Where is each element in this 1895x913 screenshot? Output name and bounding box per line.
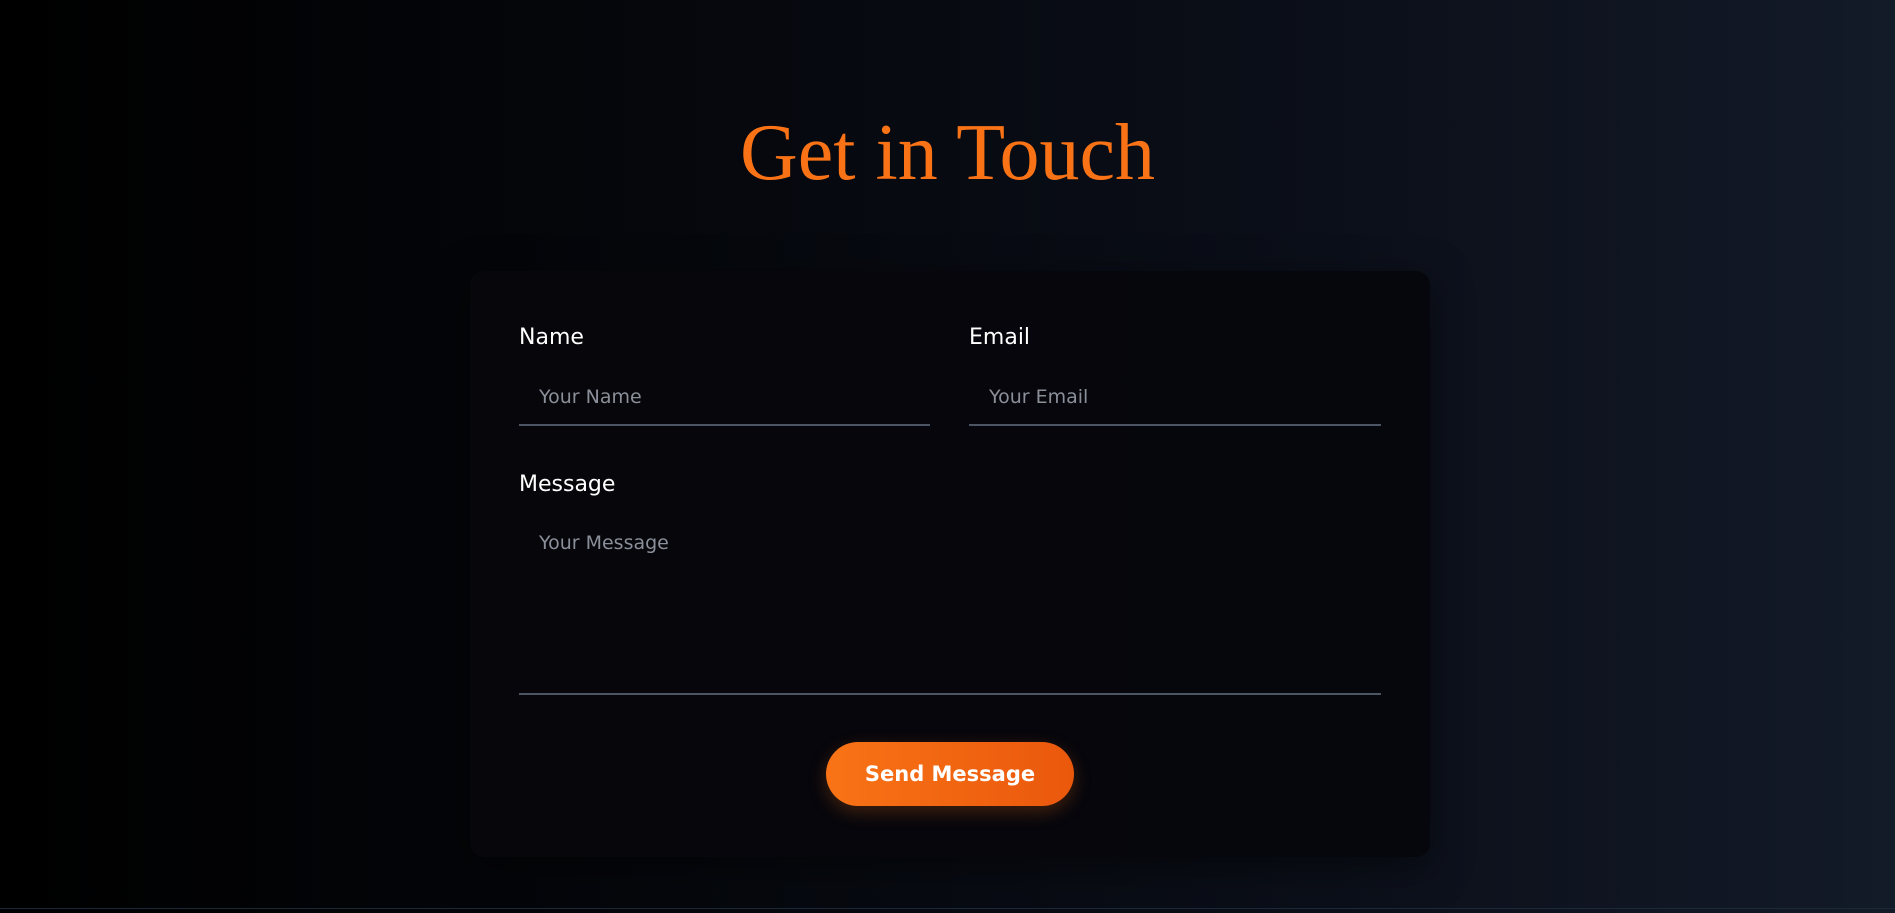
contact-form: Name Email Message Send Message <box>470 271 1430 857</box>
email-label: Email <box>969 325 1031 350</box>
name-input[interactable] <box>519 370 930 426</box>
footer-divider <box>0 908 1895 909</box>
email-input[interactable] <box>969 370 1381 426</box>
send-message-button[interactable]: Send Message <box>826 742 1074 806</box>
message-label: Message <box>519 472 616 497</box>
page-title: Get in Touch <box>739 109 1156 197</box>
message-textarea[interactable] <box>519 521 1381 695</box>
name-label: Name <box>519 325 584 350</box>
